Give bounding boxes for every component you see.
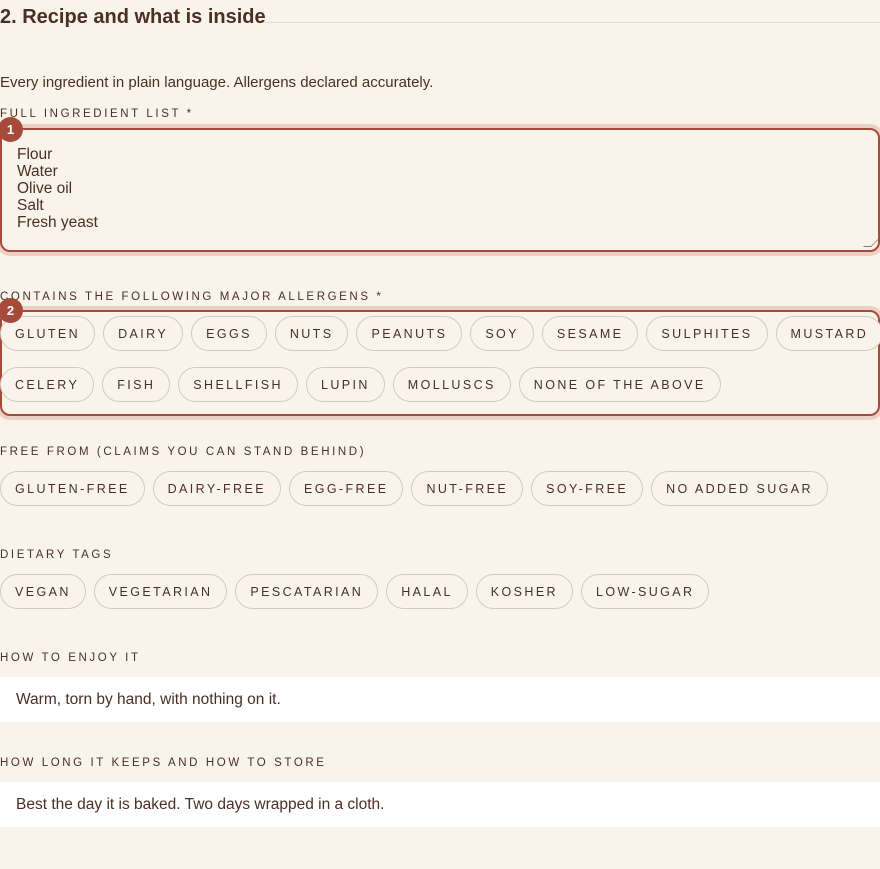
dietary-label: Dietary tags	[0, 549, 114, 561]
allergens-row-1: Gluten Dairy Eggs Nuts Peanuts Soy Sesame Sulph…	[0, 316, 880, 351]
enjoy-label: How to enjoy it	[0, 652, 141, 664]
enjoy-input[interactable]	[0, 677, 880, 722]
free-from-chip[interactable]: Egg-free	[288, 471, 404, 506]
dietary-chips: Vegan Vegetarian Pescatarian Halal Kosher Low…	[0, 574, 710, 609]
section-header: 2. Recipe and what is inside	[0, 4, 880, 28]
dietary-tag-chip[interactable]: Vegetarian	[93, 574, 228, 609]
section-intro: Every ingredient in plain language. Alle…	[0, 74, 434, 91]
ingredients-textarea[interactable]	[2, 130, 878, 250]
allergen-chip[interactable]: Sulphites	[646, 316, 768, 351]
dietary-tag-chip[interactable]: Kosher	[475, 574, 573, 609]
ingredients-label: Full ingredient list *	[0, 108, 194, 120]
allergen-chip[interactable]: Fish	[102, 367, 171, 402]
allergen-chip[interactable]: Lupin	[305, 367, 385, 402]
section-title: 2. Recipe and what is inside	[0, 6, 266, 28]
free-from-chip[interactable]: No added sugar	[651, 471, 828, 506]
allergen-chip[interactable]: None of the above	[518, 367, 721, 402]
allergens-row-2: Celery Fish Shellfish Lupin Molluscs None of …	[0, 367, 721, 402]
allergen-chip[interactable]: Mustard	[775, 316, 880, 351]
allergen-chip[interactable]: Molluscs	[392, 367, 511, 402]
free-from-chip[interactable]: Nut-free	[411, 471, 524, 506]
dietary-tag-chip[interactable]: Low-sugar	[581, 574, 710, 609]
allergen-chip[interactable]: Peanuts	[356, 316, 463, 351]
allergens-label: Contains the following major allergens *	[0, 291, 384, 303]
dietary-tag-chip[interactable]: Vegan	[0, 574, 86, 609]
ingredients-field-wrapper	[0, 128, 880, 252]
allergen-chip[interactable]: Dairy	[103, 316, 184, 351]
free-from-chip[interactable]: Soy-free	[531, 471, 644, 506]
free-from-label: Free from (claims you can stand behind)	[0, 446, 367, 458]
allergen-chip[interactable]: Shellfish	[178, 367, 298, 402]
free-from-chip[interactable]: Gluten-free	[0, 471, 145, 506]
allergen-chip[interactable]: Soy	[470, 316, 534, 351]
dietary-tag-chip[interactable]: Halal	[386, 574, 468, 609]
free-from-chip[interactable]: Dairy-free	[152, 471, 281, 506]
storage-label: How long it keeps and how to store	[0, 757, 327, 769]
allergen-chip[interactable]: Sesame	[541, 316, 639, 351]
free-from-chips: Gluten-free Dairy-free Egg-free Nut-free Soy…	[0, 471, 828, 506]
allergen-chip[interactable]: Nuts	[274, 316, 349, 351]
allergen-chip[interactable]: Eggs	[191, 316, 267, 351]
storage-input[interactable]	[0, 782, 880, 827]
section-divider	[264, 22, 880, 23]
dietary-tag-chip[interactable]: Pescatarian	[235, 574, 379, 609]
allergen-chip[interactable]: Celery	[0, 367, 95, 402]
